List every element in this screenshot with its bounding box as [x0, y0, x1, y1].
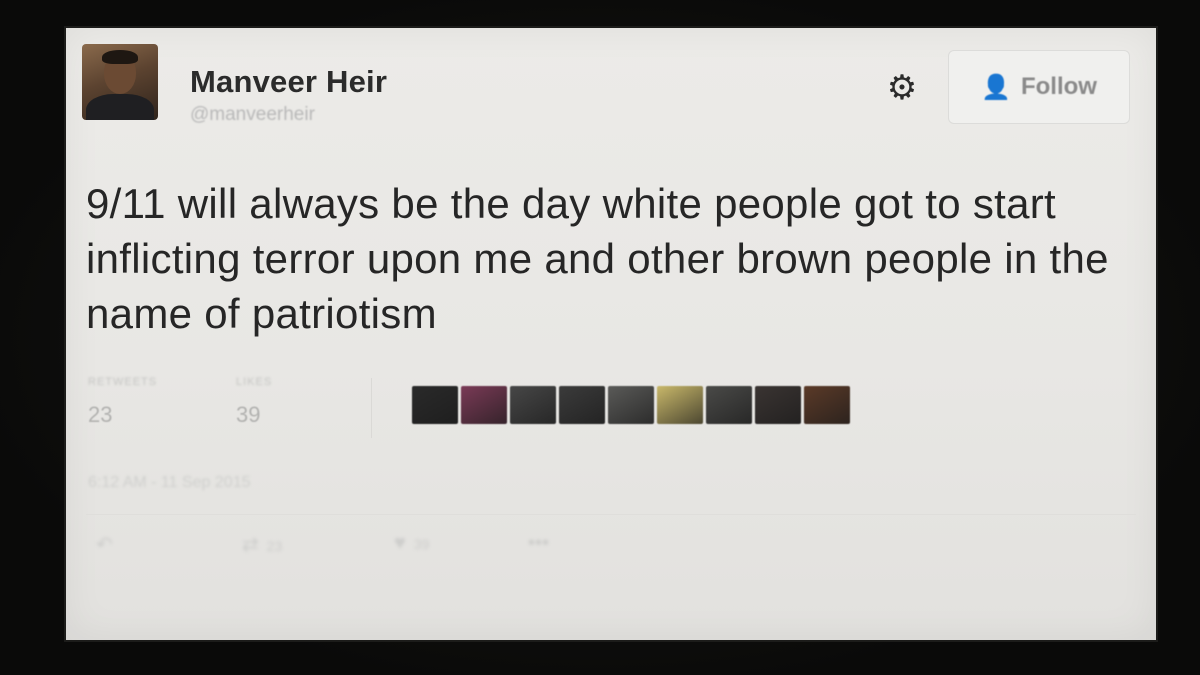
tweet-actions: ↶ ⇄ 23 ♥ 39 ••• [66, 532, 1156, 562]
avatar-shoulders [86, 94, 154, 120]
liker-avatars [412, 386, 850, 424]
like-action-count: 39 [413, 536, 430, 552]
retweets-stat[interactable]: RETWEETS 23 [88, 376, 157, 428]
liker-avatar[interactable] [461, 386, 507, 424]
retweets-label: RETWEETS [88, 376, 158, 388]
gear-icon[interactable]: ⚙ [884, 70, 920, 106]
liker-avatar[interactable] [510, 386, 556, 424]
tweet-card: Manveer Heir @manveerheir ⚙ 👤 Follow 9/1… [66, 28, 1156, 640]
like-action[interactable]: ♥ 39 [394, 532, 429, 555]
heart-icon: ♥ [394, 532, 406, 554]
retweets-count: 23 [88, 402, 113, 427]
photo-background: Manveer Heir @manveerheir ⚙ 👤 Follow 9/1… [0, 0, 1200, 675]
liker-avatar[interactable] [412, 386, 458, 424]
retweet-icon: ⇄ [242, 534, 259, 556]
more-icon[interactable]: ••• [528, 532, 549, 555]
person-add-icon: 👤 [981, 73, 1011, 101]
tweet-text: 9/11 will always be the day white people… [86, 180, 1109, 337]
reply-icon[interactable]: ↶ [96, 532, 113, 557]
user-handle[interactable]: @manveerheir [190, 104, 315, 126]
tweet-timestamp[interactable]: 6:12 AM - 11 Sep 2015 [88, 474, 250, 492]
likes-count: 39 [236, 402, 261, 427]
stats-divider [371, 378, 372, 438]
liker-avatar[interactable] [559, 386, 605, 424]
follow-button-label: Follow [1020, 73, 1097, 100]
likes-label: LIKES [236, 376, 273, 388]
liker-avatar[interactable] [804, 386, 850, 424]
retweet-action-count: 23 [266, 538, 283, 554]
avatar-hair [102, 50, 138, 64]
display-name[interactable]: Manveer Heir [190, 64, 387, 100]
liker-avatar[interactable] [608, 386, 654, 424]
retweet-action[interactable]: ⇄ 23 [242, 532, 282, 557]
likes-stat[interactable]: LIKES 39 [236, 376, 272, 428]
avatar[interactable] [82, 44, 158, 120]
liker-avatar[interactable] [755, 386, 801, 424]
actions-divider [86, 514, 1136, 515]
follow-button[interactable]: 👤 Follow [948, 50, 1130, 124]
liker-avatar[interactable] [657, 386, 703, 424]
liker-avatar[interactable] [706, 386, 752, 424]
